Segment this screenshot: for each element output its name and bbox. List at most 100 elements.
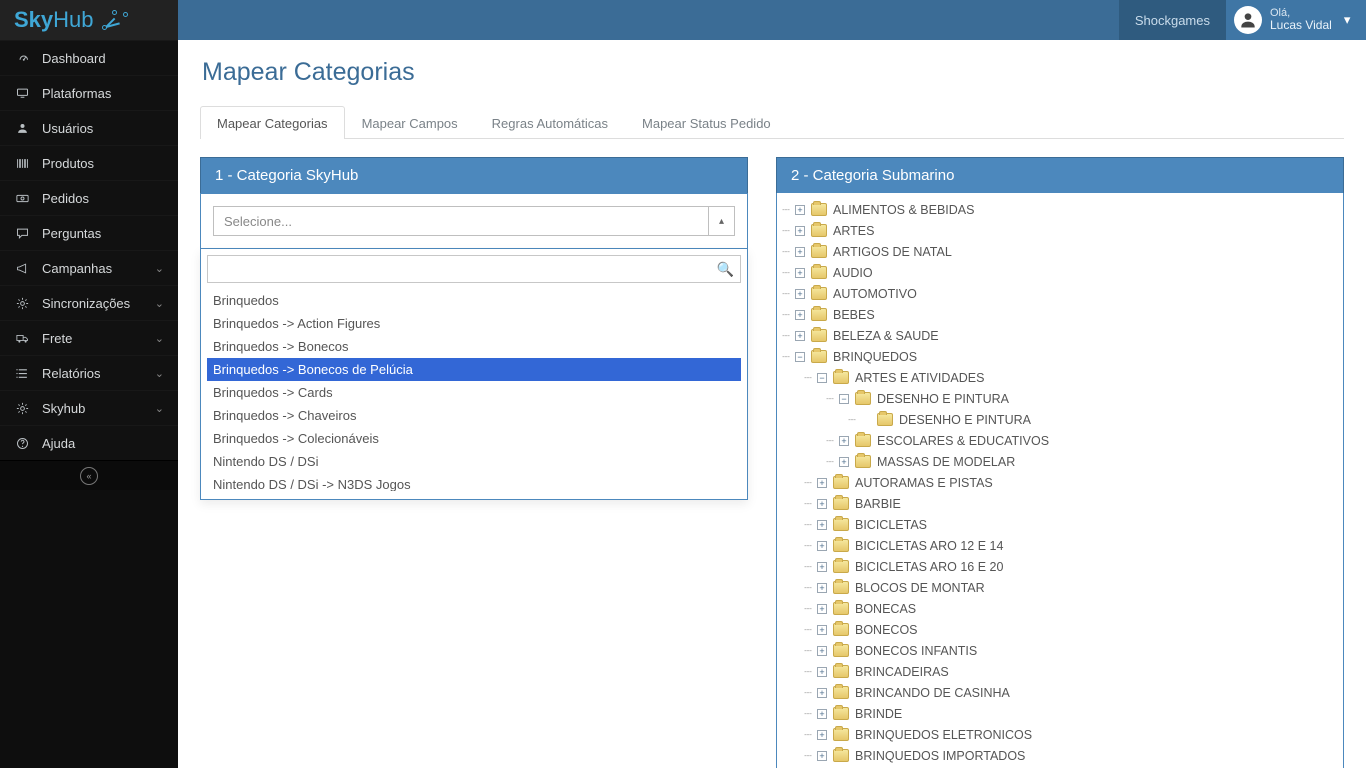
expand-icon[interactable]: + bbox=[817, 520, 827, 530]
dropdown-list[interactable]: BrinquedosBrinquedos -> Action FiguresBr… bbox=[207, 289, 741, 491]
expand-icon[interactable]: + bbox=[817, 562, 827, 572]
tree-node[interactable]: ┈+BRINCADEIRAS bbox=[799, 661, 1339, 682]
tab-mapear-status-pedido[interactable]: Mapear Status Pedido bbox=[625, 106, 788, 139]
tree-node[interactable]: ┈+BONECOS bbox=[799, 619, 1339, 640]
expand-icon[interactable]: + bbox=[795, 226, 805, 236]
expand-icon[interactable]: + bbox=[795, 247, 805, 257]
dropdown-option[interactable]: Brinquedos -> Action Figures bbox=[207, 312, 741, 335]
sidebar-item-campanhas[interactable]: Campanhas⌄ bbox=[0, 250, 178, 285]
dropdown-search-input[interactable] bbox=[214, 262, 717, 277]
tree-node[interactable]: ┈+ESCOLARES & EDUCATIVOS bbox=[821, 430, 1339, 451]
tab-mapear-campos[interactable]: Mapear Campos bbox=[345, 106, 475, 139]
sidebar-collapse-button[interactable]: « bbox=[0, 460, 178, 490]
tree-node[interactable]: ┈+BONECOS INFANTIS bbox=[799, 640, 1339, 661]
tree-node[interactable]: ┈+BRINCANDO DE CASINHA bbox=[799, 682, 1339, 703]
tree-node[interactable]: ┈+BONECAS bbox=[799, 598, 1339, 619]
folder-icon bbox=[833, 560, 849, 573]
tree-node-label: AUTOMOTIVO bbox=[833, 287, 917, 301]
dropdown-option[interactable]: Brinquedos -> Chaveiros bbox=[207, 404, 741, 427]
chevron-down-icon: ▾ bbox=[1344, 12, 1351, 28]
dropdown-search[interactable]: 🔍 bbox=[207, 255, 741, 283]
folder-icon bbox=[811, 329, 827, 342]
user-menu[interactable]: Olá, Lucas Vidal ▾ bbox=[1226, 0, 1366, 40]
tree-node[interactable]: ┈−BRINQUEDOS bbox=[777, 346, 1339, 367]
tree-node[interactable]: ┈+BRINQUEDOS ELETRONICOS bbox=[799, 724, 1339, 745]
dropdown-option[interactable]: Brinquedos -> Cards bbox=[207, 381, 741, 404]
tree-node[interactable]: ┈+ALIMENTOS & BEBIDAS bbox=[777, 199, 1339, 220]
tree-node[interactable]: ┈+BEBES bbox=[777, 304, 1339, 325]
tree-node[interactable]: ┈+BICICLETAS ARO 16 E 20 bbox=[799, 556, 1339, 577]
expand-icon[interactable]: + bbox=[839, 457, 849, 467]
expand-icon[interactable]: + bbox=[817, 583, 827, 593]
expand-icon bbox=[861, 415, 871, 425]
sidebar-item-ajuda[interactable]: Ajuda bbox=[0, 425, 178, 460]
sidebar-item-skyhub[interactable]: Skyhub⌄ bbox=[0, 390, 178, 425]
expand-icon[interactable]: + bbox=[795, 268, 805, 278]
tree-node[interactable]: ┈+ARTIGOS DE NATAL bbox=[777, 241, 1339, 262]
tree-node[interactable]: ┈−ARTES E ATIVIDADES bbox=[799, 367, 1339, 388]
expand-icon[interactable]: + bbox=[795, 205, 805, 215]
expand-icon[interactable]: + bbox=[817, 709, 827, 719]
tree-node[interactable]: ┈+ARTES bbox=[777, 220, 1339, 241]
sidebar-item-label: Frete bbox=[42, 331, 72, 346]
tree-node[interactable]: ┈+BLOCOS DE MONTAR bbox=[799, 577, 1339, 598]
sidebar-item-sincroniza-es[interactable]: Sincronizações⌄ bbox=[0, 285, 178, 320]
expand-icon[interactable]: + bbox=[817, 646, 827, 656]
dropdown-option[interactable]: Brinquedos -> Bonecos bbox=[207, 335, 741, 358]
collapse-icon[interactable]: − bbox=[817, 373, 827, 383]
tab-mapear-categorias[interactable]: Mapear Categorias bbox=[200, 106, 345, 139]
sidebar-item-dashboard[interactable]: Dashboard bbox=[0, 40, 178, 75]
expand-icon[interactable]: + bbox=[817, 730, 827, 740]
tree-node[interactable]: ┈+BRINQUEDOS IMPORTADOS bbox=[799, 745, 1339, 766]
expand-icon[interactable]: + bbox=[817, 625, 827, 635]
tree-node-label: BRINQUEDOS bbox=[833, 350, 917, 364]
expand-icon[interactable]: + bbox=[817, 751, 827, 761]
expand-icon[interactable]: + bbox=[817, 667, 827, 677]
collapse-icon[interactable]: − bbox=[795, 352, 805, 362]
sidebar-item-frete[interactable]: Frete⌄ bbox=[0, 320, 178, 355]
collapse-icon[interactable]: − bbox=[839, 394, 849, 404]
tenant-switch[interactable]: Shockgames bbox=[1119, 0, 1226, 40]
tree-node[interactable]: ┈+BICICLETAS bbox=[799, 514, 1339, 535]
expand-icon[interactable]: + bbox=[817, 478, 827, 488]
dropdown-option[interactable]: Nintendo DS / DSi bbox=[207, 450, 741, 473]
expand-icon[interactable]: + bbox=[817, 688, 827, 698]
tree-node[interactable]: ┈DESENHO E PINTURA bbox=[843, 409, 1339, 430]
tree-node[interactable]: ┈+MASSAS DE MODELAR bbox=[821, 451, 1339, 472]
dropdown-option[interactable]: Nintendo DS / DSi -> N3DS Jogos bbox=[207, 473, 741, 491]
sidebar-item-usu-rios[interactable]: Usuários bbox=[0, 110, 178, 145]
expand-icon[interactable]: + bbox=[817, 499, 827, 509]
tree-node[interactable]: ┈+AUTORAMAS E PISTAS bbox=[799, 472, 1339, 493]
sidebar-item-relat-rios[interactable]: Relatórios⌄ bbox=[0, 355, 178, 390]
tree-node[interactable]: ┈+AUDIO bbox=[777, 262, 1339, 283]
brand-logo[interactable]: SkyHub bbox=[0, 0, 178, 40]
tree-node-label: BRINDE bbox=[855, 707, 902, 721]
sidebar-item-pedidos[interactable]: Pedidos bbox=[0, 180, 178, 215]
expand-icon[interactable]: + bbox=[795, 310, 805, 320]
brand-network-icon bbox=[100, 10, 128, 30]
tab-regras-autom-ticas[interactable]: Regras Automáticas bbox=[475, 106, 625, 139]
tree-node-label: ARTES E ATIVIDADES bbox=[855, 371, 984, 385]
expand-icon[interactable]: + bbox=[839, 436, 849, 446]
expand-icon[interactable]: + bbox=[817, 541, 827, 551]
expand-icon[interactable]: + bbox=[817, 604, 827, 614]
chevron-up-icon: ▴ bbox=[708, 207, 734, 235]
tree-node[interactable]: ┈+BARBIE bbox=[799, 493, 1339, 514]
tree-node[interactable]: ┈+BRINDE bbox=[799, 703, 1339, 724]
dropdown-option[interactable]: Brinquedos -> Colecionáveis bbox=[207, 427, 741, 450]
dropdown-option[interactable]: Brinquedos bbox=[207, 289, 741, 312]
tree-node[interactable]: ┈+BICICLETAS ARO 12 E 14 bbox=[799, 535, 1339, 556]
sidebar-item-plataformas[interactable]: Plataformas bbox=[0, 75, 178, 110]
chat-icon bbox=[14, 225, 30, 242]
tree-node[interactable]: ┈+AUTOMOTIVO bbox=[777, 283, 1339, 304]
expand-icon[interactable]: + bbox=[795, 289, 805, 299]
tree-node[interactable]: ┈+BELEZA & SAUDE bbox=[777, 325, 1339, 346]
sidebar-item-produtos[interactable]: Produtos bbox=[0, 145, 178, 180]
main-content: Mapear Categorias Mapear CategoriasMapea… bbox=[178, 40, 1366, 768]
dropdown-option[interactable]: Brinquedos -> Bonecos de Pelúcia bbox=[207, 358, 741, 381]
monitor-icon bbox=[14, 85, 30, 102]
expand-icon[interactable]: + bbox=[795, 331, 805, 341]
category-select[interactable]: Selecione... ▴ bbox=[213, 206, 735, 236]
sidebar-item-perguntas[interactable]: Perguntas bbox=[0, 215, 178, 250]
tree-node[interactable]: ┈−DESENHO E PINTURA bbox=[821, 388, 1339, 409]
